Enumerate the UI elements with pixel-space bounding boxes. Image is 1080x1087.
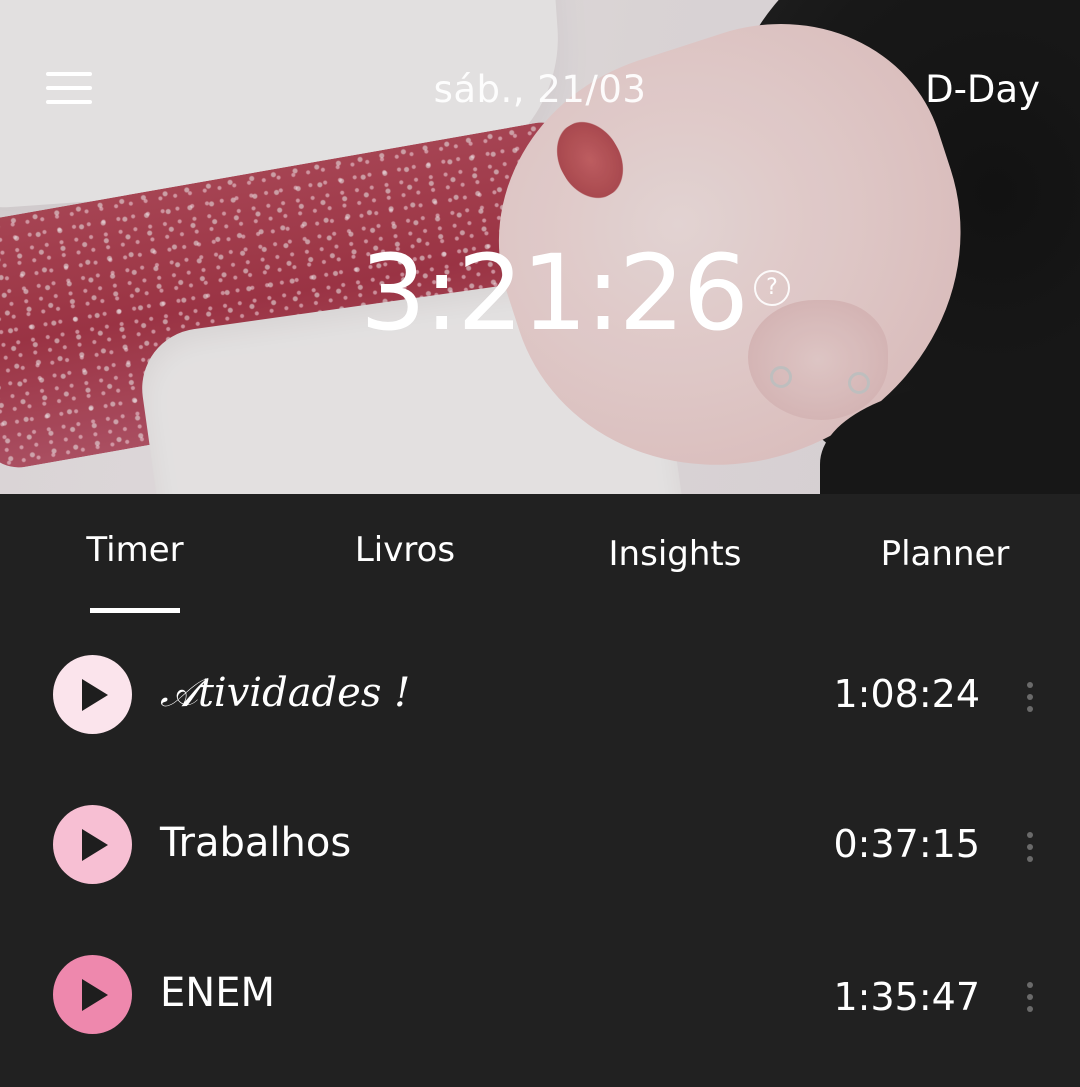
subject-row-enem[interactable]: ENEM 1:35:47: [0, 920, 1080, 1070]
more-options-icon[interactable]: [1022, 980, 1038, 1014]
play-button[interactable]: [53, 955, 132, 1034]
active-tab-indicator: [90, 608, 180, 613]
tab-insights[interactable]: Insights: [540, 534, 810, 574]
tab-bar: Timer Livros Insights Planner: [0, 494, 1080, 624]
more-options-icon[interactable]: [1022, 830, 1038, 864]
play-button[interactable]: [53, 655, 132, 734]
more-options-icon[interactable]: [1022, 680, 1038, 714]
subject-name: Trabalhos: [160, 820, 352, 866]
subject-name: ENEM: [160, 970, 275, 1016]
hamburger-menu-icon[interactable]: [46, 72, 94, 108]
help-icon[interactable]: ?: [754, 270, 790, 306]
current-date: sáb., 21/03: [433, 68, 647, 111]
subject-time: 1:08:24: [833, 672, 981, 716]
dday-button[interactable]: D-Day: [925, 68, 1040, 111]
tab-planner[interactable]: Planner: [810, 534, 1080, 574]
play-icon: [82, 979, 108, 1011]
total-study-timer: 3:21:26: [360, 232, 749, 354]
subject-time: 0:37:15: [833, 822, 981, 866]
subject-row-atividades[interactable]: 𝒜tividades ! 1:08:24: [0, 620, 1080, 770]
subject-name: 𝒜tividades !: [160, 670, 411, 716]
play-icon: [82, 679, 108, 711]
play-icon: [82, 829, 108, 861]
play-button[interactable]: [53, 805, 132, 884]
tab-timer[interactable]: Timer: [0, 530, 270, 570]
subject-row-trabalhos[interactable]: Trabalhos 0:37:15: [0, 770, 1080, 920]
tab-livros[interactable]: Livros: [270, 530, 540, 570]
subject-time: 1:35:47: [833, 975, 981, 1019]
